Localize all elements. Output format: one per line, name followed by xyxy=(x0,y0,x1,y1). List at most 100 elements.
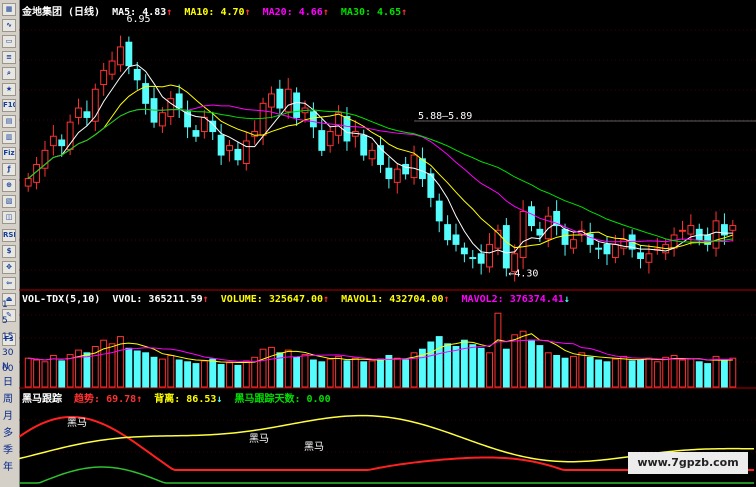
dollar-icon[interactable]: $ xyxy=(2,245,16,258)
period-2[interactable]: 月 xyxy=(3,410,17,423)
vol-indicator-name: VOL-TDX(5,10) xyxy=(22,294,101,305)
period-n[interactable]: N xyxy=(2,362,9,372)
line-chart-icon[interactable]: ∿ xyxy=(2,19,16,32)
candle-body xyxy=(293,92,301,118)
volume-bar xyxy=(553,355,561,388)
volume-bar xyxy=(645,357,653,388)
candle-body xyxy=(368,149,376,160)
indicator-name: 黑马跟踪 xyxy=(22,394,62,405)
volume-bar xyxy=(200,360,208,388)
candle-body xyxy=(75,107,82,118)
candle-body xyxy=(58,139,66,147)
move-left-icon[interactable]: ⇦ xyxy=(2,277,16,290)
volume-bar xyxy=(502,348,510,388)
trend-value: 趋势: 69.78↑ xyxy=(74,394,143,405)
formula-icon[interactable]: ƒ xyxy=(2,163,16,176)
period-5min[interactable]: 5 xyxy=(2,316,8,326)
volume-bar xyxy=(41,361,49,388)
volume-bar xyxy=(309,359,317,388)
volume-bar xyxy=(637,359,644,388)
list-icon[interactable]: ≡ xyxy=(2,51,16,64)
period-3[interactable]: 多 xyxy=(3,427,17,440)
volume-bar xyxy=(569,355,577,388)
candle-body xyxy=(309,111,317,128)
volume-bar xyxy=(435,336,443,388)
volume-bar xyxy=(561,357,569,388)
volume-panel xyxy=(24,312,737,388)
volume-bar xyxy=(393,357,401,388)
candle-body xyxy=(83,111,91,118)
candle-body xyxy=(645,253,653,263)
bar-icon[interactable]: ▧ xyxy=(2,195,16,208)
candle-body xyxy=(536,228,544,236)
volume-bar xyxy=(184,361,192,388)
volume-bar xyxy=(360,361,368,388)
volume-bar xyxy=(528,339,535,388)
heima-marker: 黑马 xyxy=(249,433,269,445)
track-days-value: 黑马跟踪天数: 0.00 xyxy=(234,394,331,405)
volume-bar xyxy=(670,355,678,388)
f10-icon[interactable]: F10 xyxy=(2,99,16,112)
zoom-icon[interactable]: ⊕ xyxy=(2,179,16,192)
period-1min[interactable]: 1 xyxy=(2,300,8,310)
layer-icon[interactable]: ◫ xyxy=(2,211,16,224)
period-4[interactable]: 季 xyxy=(3,444,17,457)
volume-bar xyxy=(536,345,544,388)
volume-bar xyxy=(695,361,703,388)
volume-bar xyxy=(49,355,57,388)
volume-value: VOLUME: 325647.00↑ xyxy=(220,294,330,305)
volume-bar xyxy=(318,361,326,388)
period-30min[interactable]: 30 xyxy=(2,348,13,358)
period-0[interactable]: 日 xyxy=(3,376,17,389)
volume-bar xyxy=(209,358,217,388)
period-5[interactable]: 年 xyxy=(3,461,17,474)
low-price-label: ←4.30 xyxy=(508,269,538,280)
chart-icon[interactable]: ▥ xyxy=(2,131,16,144)
f10-icon-label: F10 xyxy=(3,101,15,109)
candle-body xyxy=(326,131,334,147)
back-high-value: 背离: 86.53↓ xyxy=(154,394,223,405)
candle-body xyxy=(611,243,619,259)
candle-body xyxy=(385,167,393,180)
window-icon[interactable]: ▭ xyxy=(2,35,16,48)
volume-bar xyxy=(66,354,74,388)
volume-bar xyxy=(150,356,158,388)
volume-header: VOL-TDX(5,10) VVOL: 365211.59↑ VOLUME: 3… xyxy=(22,294,576,305)
search-icon[interactable]: ⌕ xyxy=(2,67,16,80)
volume-bar xyxy=(486,352,493,388)
period-1[interactable]: 周 xyxy=(3,393,17,406)
volume-bar xyxy=(24,357,32,388)
volume-bar xyxy=(234,364,242,388)
indicator-icon[interactable]: ▤ xyxy=(2,115,16,128)
candle-body xyxy=(100,69,108,86)
candle-body xyxy=(637,252,644,259)
rsi-icon-label: RSI xyxy=(3,231,16,239)
candle-body xyxy=(234,148,242,161)
candle-body xyxy=(729,225,737,231)
mid-price-label: 5.88—5.89 xyxy=(418,111,472,122)
volume-bar xyxy=(460,339,468,388)
volume-bar xyxy=(628,360,636,388)
volume-bar xyxy=(167,355,175,388)
rsi-icon[interactable]: RSI xyxy=(2,229,16,242)
volume-bar xyxy=(133,350,141,388)
volume-bar xyxy=(125,347,133,388)
volume-bar xyxy=(377,358,384,388)
price-panel: 6.955.88—5.89←4.30 xyxy=(24,14,756,282)
candle-body xyxy=(477,253,485,264)
stock-title: 金地集团 (日线) xyxy=(22,7,101,18)
volume-bar xyxy=(268,346,275,388)
star-icon[interactable]: ★ xyxy=(2,83,16,96)
move-icon[interactable]: ✥ xyxy=(2,261,16,274)
candle-body xyxy=(117,46,124,66)
fiz-icon[interactable]: Fiz xyxy=(2,147,16,160)
volume-bar xyxy=(427,341,435,388)
period-15min[interactable]: 15 xyxy=(2,332,13,342)
volume-bar xyxy=(108,343,116,388)
volume-bar xyxy=(729,357,737,388)
candle-body xyxy=(569,239,577,249)
candle-body xyxy=(259,102,267,136)
candle-body xyxy=(393,168,401,183)
grid-icon[interactable]: ▦ xyxy=(2,3,16,16)
vvol-value: VVOL: 365211.59↑ xyxy=(112,294,209,305)
